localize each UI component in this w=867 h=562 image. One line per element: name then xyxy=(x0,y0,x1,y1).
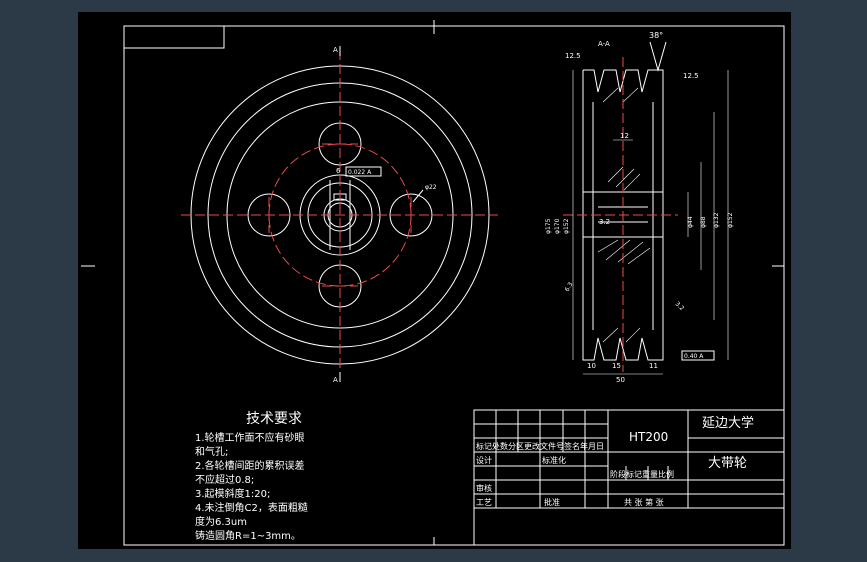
front-view: A A 0.022 A 6 φ22 xyxy=(181,46,498,384)
tech-requirements: 技术要求 1.轮槽工作面不应有砂眼 和气孔; 2.各轮槽间距的累积误差 不应超过… xyxy=(195,411,308,542)
process-label: 工艺 xyxy=(476,498,492,507)
dim-bottom-right: 11 xyxy=(649,362,658,370)
dim-bottom-left: 10 xyxy=(587,362,596,370)
section-label: A-A xyxy=(598,40,610,48)
dim-d152-right: φ152 xyxy=(727,212,734,228)
school-name: 延边大学 xyxy=(702,415,754,431)
key-width: 6 xyxy=(336,167,341,175)
drawing-canvas: A A 0.022 A 6 φ22 A-A 38° 12.5 12.5 φ175… xyxy=(81,20,785,546)
tolerance-label: 0.022 A xyxy=(348,169,372,176)
tech-title: 技术要求 xyxy=(246,411,302,427)
dim-bottom-total: 50 xyxy=(616,376,625,384)
dim-d152-left: φ152 xyxy=(563,218,570,234)
dim-d88: φ88 xyxy=(700,216,707,228)
title-block: HT200 延边大学 大带轮 标记处数分区更改文件号签名年月日 设计 标准化 阶… xyxy=(473,409,785,546)
groove-angle: 38° xyxy=(649,31,663,40)
tech-line-1: 1.轮槽工作面不应有砂眼 xyxy=(195,431,305,444)
standardize-label: 标准化 xyxy=(542,455,566,465)
tech-line-3: 2.各轮槽间距的累积误差 xyxy=(195,459,305,472)
corner-box xyxy=(123,25,225,49)
dim-d170: φ170 xyxy=(554,218,561,234)
dim-bore-chamfer: 3.2 xyxy=(599,218,610,226)
tech-line-2: 和气孔; xyxy=(195,445,228,458)
design-label: 设计 xyxy=(476,455,492,465)
dim-d175: φ175 xyxy=(545,218,552,234)
rough-small-right: 3.2 xyxy=(674,300,686,312)
tech-line-8: 铸造圆角R=1~3mm。 xyxy=(195,529,301,542)
dim-hub-width: 12 xyxy=(620,132,629,140)
approve-label: 批准 xyxy=(544,497,560,507)
cut-mark-top: A xyxy=(333,46,338,54)
review-label: 审核 xyxy=(476,483,492,493)
section-view: A-A 38° 12.5 12.5 φ175 φ170 φ152 φ44 φ88… xyxy=(545,31,734,384)
dim-bottom-mid: 15 xyxy=(612,362,621,370)
stage-header: 阶段标记重量比例 xyxy=(610,469,674,479)
drawing-sheet: A A 0.022 A 6 φ22 A-A 38° 12.5 12.5 φ175… xyxy=(78,12,791,549)
revision-header: 标记处数分区更改文件号签名年月日 xyxy=(476,441,604,451)
dim-d132: φ132 xyxy=(713,212,720,228)
tech-line-4: 不应超过0.8; xyxy=(195,473,254,486)
cut-mark-bottom: A xyxy=(333,376,338,384)
tech-line-5: 3.起模斜度1:20; xyxy=(195,487,270,500)
part-name: 大带轮 xyxy=(708,456,747,471)
material: HT200 xyxy=(629,430,668,444)
tech-line-7: 度为6.3um xyxy=(195,515,247,528)
dim-d44: φ44 xyxy=(687,216,694,228)
sheet-count: 共 张 第 张 xyxy=(624,497,664,507)
bottom-tolerance: 0.40 A xyxy=(684,353,704,360)
hole-dim: φ22 xyxy=(425,184,437,191)
cad-viewport: A A 0.022 A 6 φ22 A-A 38° 12.5 12.5 φ175… xyxy=(0,0,867,562)
roughness-left: 12.5 xyxy=(565,52,581,60)
roughness-right: 12.5 xyxy=(683,72,699,80)
tech-line-6: 4.未注倒角C2，表面粗糙 xyxy=(195,501,308,514)
